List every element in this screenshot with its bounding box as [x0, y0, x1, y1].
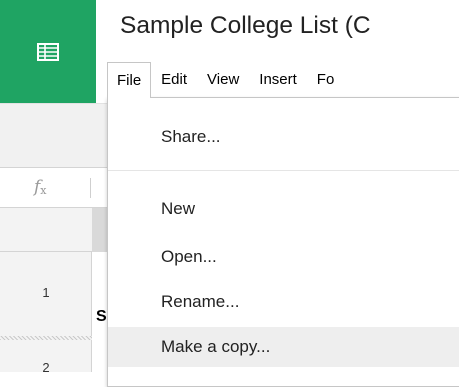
- file-menu-share[interactable]: Share...: [108, 117, 459, 157]
- document-title[interactable]: Sample College List (C: [120, 12, 371, 40]
- sheets-app-logo[interactable]: [0, 0, 96, 103]
- file-menu-make-a-copy[interactable]: Make a copy...: [108, 327, 459, 367]
- file-menu-separator: [108, 170, 459, 171]
- frozen-row-divider[interactable]: [0, 336, 92, 340]
- menubar: File Edit View Insert Fo: [107, 62, 344, 98]
- menu-format[interactable]: Fo: [307, 62, 345, 98]
- menu-edit[interactable]: Edit: [151, 62, 197, 98]
- row-header-2[interactable]: 2: [0, 360, 92, 375]
- file-menu-new[interactable]: New: [108, 189, 459, 229]
- row-header-column: [0, 252, 92, 372]
- file-menu-rename[interactable]: Rename...: [108, 282, 459, 322]
- menu-file[interactable]: File: [107, 62, 152, 98]
- sheets-grid-icon: [37, 42, 59, 61]
- row-header-1[interactable]: 1: [0, 285, 92, 300]
- function-fx-icon: fx: [34, 177, 47, 197]
- cell-a1[interactable]: S: [96, 308, 107, 326]
- menu-insert[interactable]: Insert: [249, 62, 307, 98]
- file-menu-dropdown: Share... New Open... Rename... Make a co…: [107, 97, 459, 387]
- formula-bar-divider: [90, 178, 91, 198]
- file-menu-open[interactable]: Open...: [108, 237, 459, 277]
- menu-view[interactable]: View: [197, 62, 249, 98]
